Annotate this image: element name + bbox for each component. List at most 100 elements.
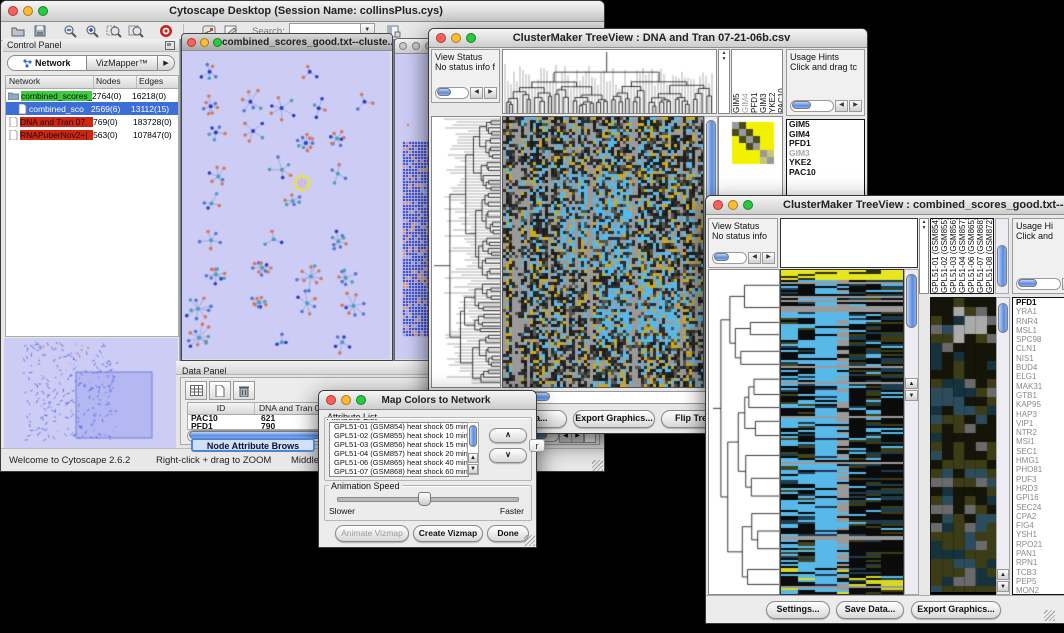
scrollbar-thumb[interactable] [469,425,477,447]
usage-hints-scrollbar[interactable]: ◀ ▶ [790,100,862,112]
network-view-window-1[interactable]: combined_scores_good.txt--cluste... [181,33,393,361]
zoom-out-button[interactable] [59,22,81,40]
treeview1-titlebar[interactable]: ClusterMaker TreeView : DNA and Tran 07-… [429,29,867,48]
close-icon[interactable] [8,6,18,16]
export-graphics-button[interactable]: Export Graphics... [911,601,1001,619]
save-session-button[interactable] [29,22,51,40]
correlation-matrix[interactable] [731,121,777,167]
scrollbar-thumb[interactable] [997,245,1007,287]
scrollbar-track[interactable] [1016,278,1061,290]
minimize-icon[interactable] [412,42,420,50]
resize-grip[interactable] [1044,610,1055,621]
heatmap-canvas[interactable] [781,270,903,594]
export-graphics-button[interactable]: Export Graphics... [573,410,655,428]
resize-grip[interactable] [524,535,535,546]
main-titlebar[interactable]: Cytoscape Desktop (Session Name: collins… [1,1,604,22]
delete-attribute-button[interactable] [233,381,255,400]
maximize-icon[interactable] [466,33,476,43]
attribute-listbox[interactable]: GPL51-01 (GSM854) heat shock 05 minGPL51… [329,422,469,477]
create-vizmap-button[interactable]: Create Vizmap [413,525,483,542]
network-table-row-selected[interactable]: combined_sco 2569(6) 13112(15) [6,102,178,115]
scrollbar-track[interactable] [712,252,747,264]
heatmap-vscrollbar[interactable]: ▲ ▼ [904,269,919,595]
network-table-row[interactable]: RNAPuberNov2+| 563(0) 107847(0) [6,128,178,141]
scroll-down-icon[interactable]: ▼ [719,56,729,62]
scroll-up-arrow[interactable]: ▲ [468,453,478,463]
scrollbar-track[interactable] [435,87,469,99]
maximize-icon[interactable] [213,38,222,47]
attribute-list-item[interactable]: GPL51-07 (GSM868) heat shock 60 min [332,468,468,477]
move-up-button[interactable]: ∧ [489,428,527,443]
view-status-scrollbar[interactable]: ◀ ▶ [435,87,497,99]
heatmap-canvas[interactable] [503,117,703,387]
maximize-icon[interactable] [356,395,366,405]
dialog-titlebar[interactable]: Map Colors to Network [319,391,536,410]
minimize-icon[interactable] [451,33,461,43]
scrollbar-thumb[interactable] [437,88,451,96]
scroll-right-arrow[interactable]: ▶ [484,87,497,99]
tab-node-attribute-browser[interactable]: Node Attribute Brows [191,438,315,452]
scroll-left-arrow[interactable]: ◀ [748,252,761,264]
network-canvas-1[interactable] [182,51,390,359]
scroll-down-arrow[interactable]: ▼ [905,390,918,401]
new-attribute-button[interactable] [209,381,231,400]
zoom-in-button[interactable] [81,22,103,40]
zoom-fit-button[interactable] [125,22,147,40]
treeview2-titlebar[interactable]: ClusterMaker TreeView : combined_scores_… [706,196,1064,215]
animate-vizmap-button[interactable]: Animate Vizmap [335,525,409,542]
scrollbar-thumb[interactable] [1018,279,1037,287]
zoom-selected-button[interactable] [103,22,125,40]
scroll-up-arrow[interactable]: ▲ [997,569,1009,580]
close-icon[interactable] [326,395,336,405]
close-icon[interactable] [187,38,196,47]
done-button[interactable]: Done [487,525,529,542]
col-header-edges[interactable]: Edges [137,76,178,88]
minimize-icon[interactable] [728,200,738,210]
network-table-row[interactable]: combined_scores_ 2764(0) 16218(0) [6,89,178,102]
move-down-button[interactable]: ∨ [489,448,527,463]
minimize-icon[interactable] [23,6,33,16]
maximize-icon[interactable] [743,200,753,210]
zoom-vscrollbar[interactable]: ▲ ▼ [996,297,1010,595]
row-dendrogram[interactable] [709,270,779,594]
listbox-vscrollbar[interactable]: ▲ ▼ [467,422,479,475]
column-dendrogram[interactable] [503,50,716,113]
settings-button[interactable]: Settings... [766,601,830,619]
scrollbar-thumb[interactable] [792,101,811,109]
float-panel-icon[interactable] [165,41,175,50]
view-status-scrollbar[interactable]: ◀ ▶ [712,252,775,264]
birds-eye-view[interactable] [4,338,178,448]
close-icon[interactable] [713,200,723,210]
scroll-right-arrow[interactable]: ▶ [762,252,775,264]
col-header-nodes[interactable]: Nodes [94,76,137,88]
minimize-icon[interactable] [341,395,351,405]
scrollbar-thumb[interactable] [714,253,729,261]
usage-hints-scrollbar[interactable]: ◀ [1016,278,1064,290]
network-table-row[interactable]: DNA and Tran 07 769(0) 183728(0) [6,115,178,128]
maximize-icon[interactable] [38,6,48,16]
resize-grip[interactable] [592,460,603,471]
row-dendrogram[interactable] [432,117,500,387]
scroll-right-arrow[interactable]: ▶ [849,100,862,112]
help-button[interactable] [155,22,177,40]
attribute-select-button[interactable] [185,381,207,400]
col-header-network[interactable]: Network [6,76,94,88]
scroll-left-arrow[interactable]: ◀ [835,100,848,112]
minimize-icon[interactable] [200,38,209,47]
scroll-down-arrow[interactable]: ▼ [997,581,1009,592]
scrollbar-thumb[interactable] [998,303,1008,333]
tab-overflow-arrow[interactable]: ▶ [158,55,175,71]
labels-vscrollbar[interactable] [995,218,1009,294]
scroll-up-arrow[interactable]: ▲ [905,378,918,389]
open-session-button[interactable] [7,22,29,40]
close-icon[interactable] [399,42,407,50]
column-dendrogram-box[interactable] [780,218,918,268]
scroll-left-arrow[interactable]: ◀ [470,87,483,99]
tab-fragment[interactable]: r [529,439,545,452]
slider-thumb[interactable] [418,492,431,506]
tab-network[interactable]: Network [7,55,87,71]
scrollbar-track[interactable] [790,100,834,112]
scroll-down-icon[interactable]: ▼ [920,225,928,231]
close-icon[interactable] [436,33,446,43]
tab-vizmapper[interactable]: VizMapper™ [87,55,158,71]
